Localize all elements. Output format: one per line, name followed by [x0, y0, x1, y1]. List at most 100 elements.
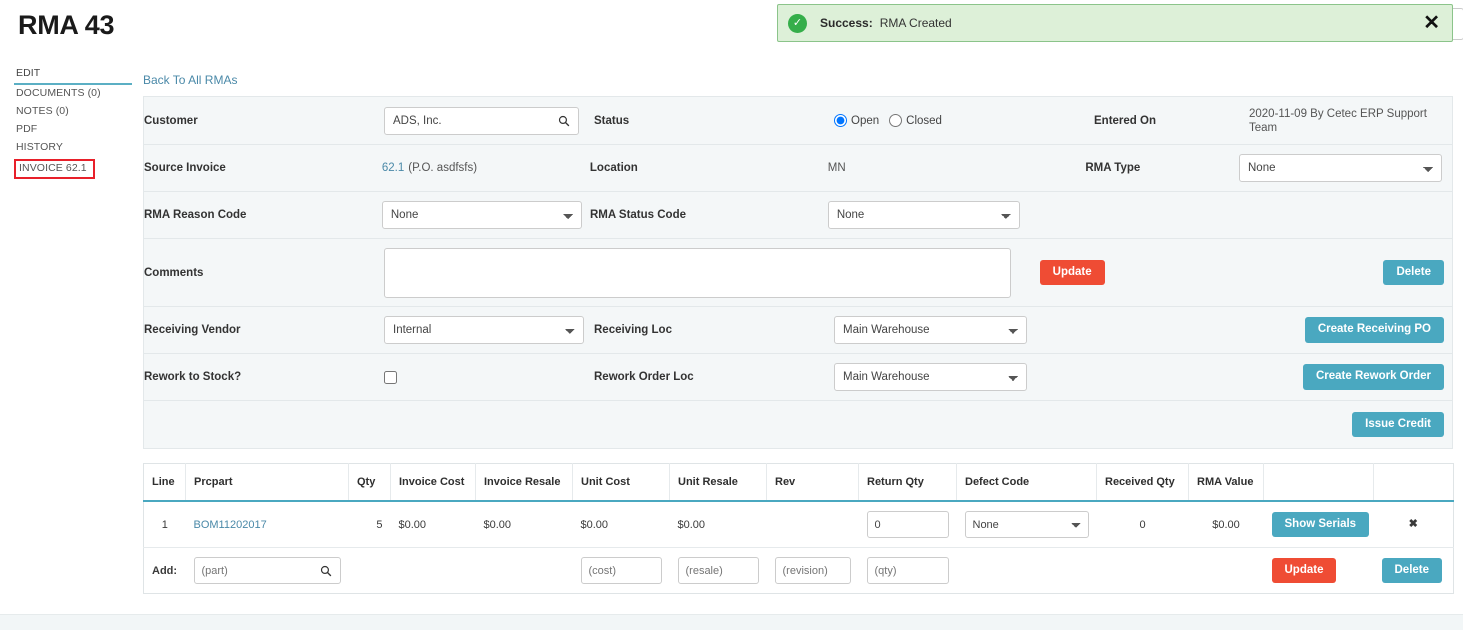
add-row-update-button[interactable]: Update	[1272, 558, 1337, 584]
th-received-qty: Received Qty	[1097, 464, 1189, 502]
create-rework-order-button[interactable]: Create Rework Order	[1303, 364, 1444, 390]
cell-add-ic-blank	[391, 548, 476, 594]
return-qty-input[interactable]	[867, 511, 949, 538]
add-qty-input[interactable]	[867, 557, 949, 584]
banner-label: Success:	[820, 16, 873, 30]
items-table: Line Prcpart Qty Invoice Cost Invoice Re…	[143, 463, 1454, 594]
prcpart-link[interactable]: BOM11202017	[194, 519, 267, 531]
entered-on-label: Entered On	[1094, 115, 1249, 127]
sidebar-item-invoice[interactable]: INVOICE 62.1	[14, 159, 95, 179]
add-item-row: Add:	[144, 548, 1454, 594]
form-row-source-invoice: Source Invoice 62.1 (P.O. asdfsfs) Locat…	[144, 145, 1452, 192]
location-value: MN	[828, 162, 1086, 174]
page-title: RMA 43	[18, 10, 114, 41]
rma-status-code-label: RMA Status Code	[590, 209, 828, 221]
cell-add-cost	[573, 548, 670, 594]
add-part-input[interactable]	[194, 557, 341, 584]
success-banner: ✓ Success: RMA Created ✕	[777, 4, 1453, 42]
check-circle-icon: ✓	[788, 14, 807, 33]
status-open-label: Open	[851, 115, 879, 127]
footer-band	[0, 614, 1463, 630]
cell-unit-cost: $0.00	[573, 501, 670, 548]
defect-code-select[interactable]: None	[965, 511, 1089, 538]
th-rma-value: RMA Value	[1189, 464, 1264, 502]
form-row-customer: Customer Status Open Closed	[144, 97, 1452, 145]
sidebar: EDIT DOCUMENTS (0) NOTES (0) PDF HISTORY…	[14, 65, 132, 179]
add-part-wrap	[194, 557, 341, 584]
add-revision-input[interactable]	[775, 557, 851, 584]
source-invoice-link[interactable]: 62.1	[382, 162, 404, 174]
cell-add-rmaval-blank	[1189, 548, 1264, 594]
main-content: Back To All RMAs Customer Status Open	[143, 73, 1453, 594]
cell-add-revision	[767, 548, 859, 594]
entered-on-value: 2020-11-09 By Cetec ERP Support Team	[1249, 107, 1449, 135]
add-cost-input[interactable]	[581, 557, 662, 584]
rma-status-code-select[interactable]: None	[828, 201, 1020, 229]
cell-invoice-cost: $0.00	[391, 501, 476, 548]
cell-add-qty	[859, 548, 957, 594]
customer-input[interactable]	[384, 107, 579, 135]
close-icon[interactable]: ✕	[1423, 13, 1440, 33]
cell-invoice-resale: $0.00	[476, 501, 573, 548]
rma-type-label: RMA Type	[1085, 162, 1239, 174]
sidebar-item-history[interactable]: HISTORY	[14, 139, 132, 157]
receiving-loc-select[interactable]: Main Warehouse	[834, 316, 1027, 344]
sidebar-item-pdf[interactable]: PDF	[14, 121, 132, 139]
sidebar-item-notes[interactable]: NOTES (0)	[14, 103, 132, 121]
cell-add-resale	[670, 548, 767, 594]
cell-prcpart: BOM11202017	[186, 501, 349, 548]
status-radio-open-input[interactable]	[834, 114, 847, 127]
receiving-vendor-label: Receiving Vendor	[144, 324, 384, 336]
form-row-comments: Comments Update Delete	[144, 239, 1452, 307]
cell-rev	[767, 501, 859, 548]
th-rev: Rev	[767, 464, 859, 502]
show-serials-button[interactable]: Show Serials	[1272, 512, 1370, 538]
add-row-delete-button[interactable]: Delete	[1382, 558, 1443, 584]
sidebar-item-edit[interactable]: EDIT	[14, 65, 132, 85]
issue-credit-button[interactable]: Issue Credit	[1352, 412, 1444, 438]
th-qty: Qty	[349, 464, 391, 502]
rework-to-stock-label: Rework to Stock?	[144, 371, 384, 383]
update-button[interactable]: Update	[1040, 260, 1105, 286]
th-actions	[1264, 464, 1374, 502]
status-radio-closed-input[interactable]	[889, 114, 902, 127]
th-line: Line	[144, 464, 186, 502]
sidebar-item-documents[interactable]: DOCUMENTS (0)	[14, 85, 132, 103]
cell-line: 1	[144, 501, 186, 548]
th-defect-code: Defect Code	[957, 464, 1097, 502]
rma-type-select[interactable]: None	[1239, 154, 1442, 182]
back-to-all-rmas-link[interactable]: Back To All RMAs	[143, 73, 1453, 87]
comments-textarea[interactable]	[384, 248, 1011, 298]
banner-message: RMA Created	[880, 16, 952, 30]
rework-order-loc-label: Rework Order Loc	[594, 371, 834, 383]
cell-defect-code: None	[957, 501, 1097, 548]
th-unit-resale: Unit Resale	[670, 464, 767, 502]
rma-reason-code-label: RMA Reason Code	[144, 209, 382, 221]
cell-rma-value: $0.00	[1189, 501, 1264, 548]
cell-show-serials: Show Serials	[1264, 501, 1374, 548]
source-invoice-po: (P.O. asdfsfs)	[408, 162, 477, 174]
comments-label: Comments	[144, 267, 384, 279]
status-label: Status	[594, 115, 834, 127]
rework-to-stock-checkbox[interactable]	[384, 371, 397, 384]
cell-add-update: Update	[1264, 548, 1374, 594]
table-row: 1 BOM11202017 5 $0.00 $0.00 $0.00 $0.00	[144, 501, 1454, 548]
remove-row-icon[interactable]: ✖	[1374, 501, 1454, 548]
rma-reason-code-select[interactable]: None	[382, 201, 582, 229]
status-radio-open[interactable]: Open	[834, 114, 889, 127]
form-row-receiving-vendor: Receiving Vendor Internal Receiving Loc …	[144, 307, 1452, 354]
cell-unit-resale: $0.00	[670, 501, 767, 548]
cell-add-part	[186, 548, 349, 594]
create-receiving-po-button[interactable]: Create Receiving PO	[1305, 317, 1444, 343]
status-closed-label: Closed	[906, 115, 942, 127]
delete-button[interactable]: Delete	[1383, 260, 1444, 286]
cell-received-qty: 0	[1097, 501, 1189, 548]
status-radio-closed[interactable]: Closed	[889, 114, 952, 127]
add-resale-input[interactable]	[678, 557, 759, 584]
receiving-vendor-select[interactable]: Internal	[384, 316, 584, 344]
customer-label: Customer	[144, 115, 384, 127]
th-remove	[1374, 464, 1454, 502]
cell-add-delete: Delete	[1374, 548, 1454, 594]
rework-order-loc-select[interactable]: Main Warehouse	[834, 363, 1027, 391]
receiving-loc-label: Receiving Loc	[594, 324, 834, 336]
